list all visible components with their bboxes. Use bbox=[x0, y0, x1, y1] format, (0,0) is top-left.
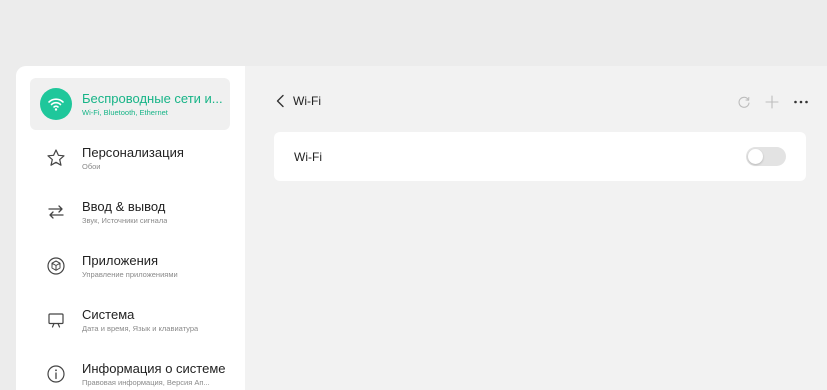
sidebar-item-subtitle: Дата и время, Язык и клавиатура bbox=[82, 324, 199, 333]
back-icon[interactable] bbox=[275, 94, 287, 108]
more-icon[interactable] bbox=[793, 95, 809, 109]
main-panel: Wi-Fi Wi-Fi bbox=[245, 66, 827, 390]
plus-icon[interactable] bbox=[765, 95, 779, 109]
page-title: Wi-Fi bbox=[293, 94, 321, 108]
wifi-icon bbox=[40, 88, 72, 120]
monitor-icon bbox=[40, 304, 72, 336]
sidebar-item-input-output[interactable]: Ввод & вывод Звук, Источники сигнала bbox=[30, 186, 230, 238]
page-header: Wi-Fi bbox=[275, 94, 321, 108]
refresh-icon[interactable] bbox=[737, 95, 751, 109]
sidebar-item-subtitle: Управление приложениями bbox=[82, 270, 178, 279]
sidebar-item-personalization[interactable]: Персонализация Обои bbox=[30, 132, 230, 184]
swap-arrows-icon bbox=[40, 196, 72, 228]
sidebar-item-about[interactable]: Информация о системе Правовая информация… bbox=[30, 348, 230, 390]
sidebar-item-title: Ввод & вывод bbox=[82, 199, 166, 214]
sidebar-item-subtitle: Звук, Источники сигнала bbox=[82, 216, 168, 225]
cube-icon bbox=[40, 250, 72, 282]
sidebar-item-title: Информация о системе bbox=[82, 361, 226, 376]
sidebar-item-title: Система bbox=[82, 307, 135, 322]
sidebar-item-title: Приложения bbox=[82, 253, 159, 268]
sidebar-item-title: Персонализация bbox=[82, 145, 184, 160]
settings-window: Беспроводные сети и... Wi-Fi, Bluetooth,… bbox=[16, 66, 827, 390]
star-icon bbox=[40, 142, 72, 174]
wifi-toggle-row: Wi-Fi bbox=[274, 132, 806, 181]
sidebar-item-subtitle: Правовая информация, Версия Ап... bbox=[82, 378, 210, 387]
info-icon bbox=[40, 358, 72, 390]
sidebar: Беспроводные сети и... Wi-Fi, Bluetooth,… bbox=[16, 66, 245, 390]
sidebar-item-system[interactable]: Система Дата и время, Язык и клавиатура bbox=[30, 294, 230, 346]
toggle-knob bbox=[748, 149, 763, 164]
sidebar-item-subtitle: Обои bbox=[82, 162, 101, 171]
wifi-label: Wi-Fi bbox=[294, 149, 322, 164]
sidebar-item-subtitle: Wi-Fi, Bluetooth, Ethernet bbox=[82, 108, 168, 117]
wifi-toggle[interactable] bbox=[746, 147, 786, 166]
sidebar-item-apps[interactable]: Приложения Управление приложениями bbox=[30, 240, 230, 292]
sidebar-item-wireless[interactable]: Беспроводные сети и... Wi-Fi, Bluetooth,… bbox=[30, 78, 230, 130]
sidebar-item-title: Беспроводные сети и... bbox=[82, 91, 223, 106]
header-actions bbox=[737, 95, 809, 109]
